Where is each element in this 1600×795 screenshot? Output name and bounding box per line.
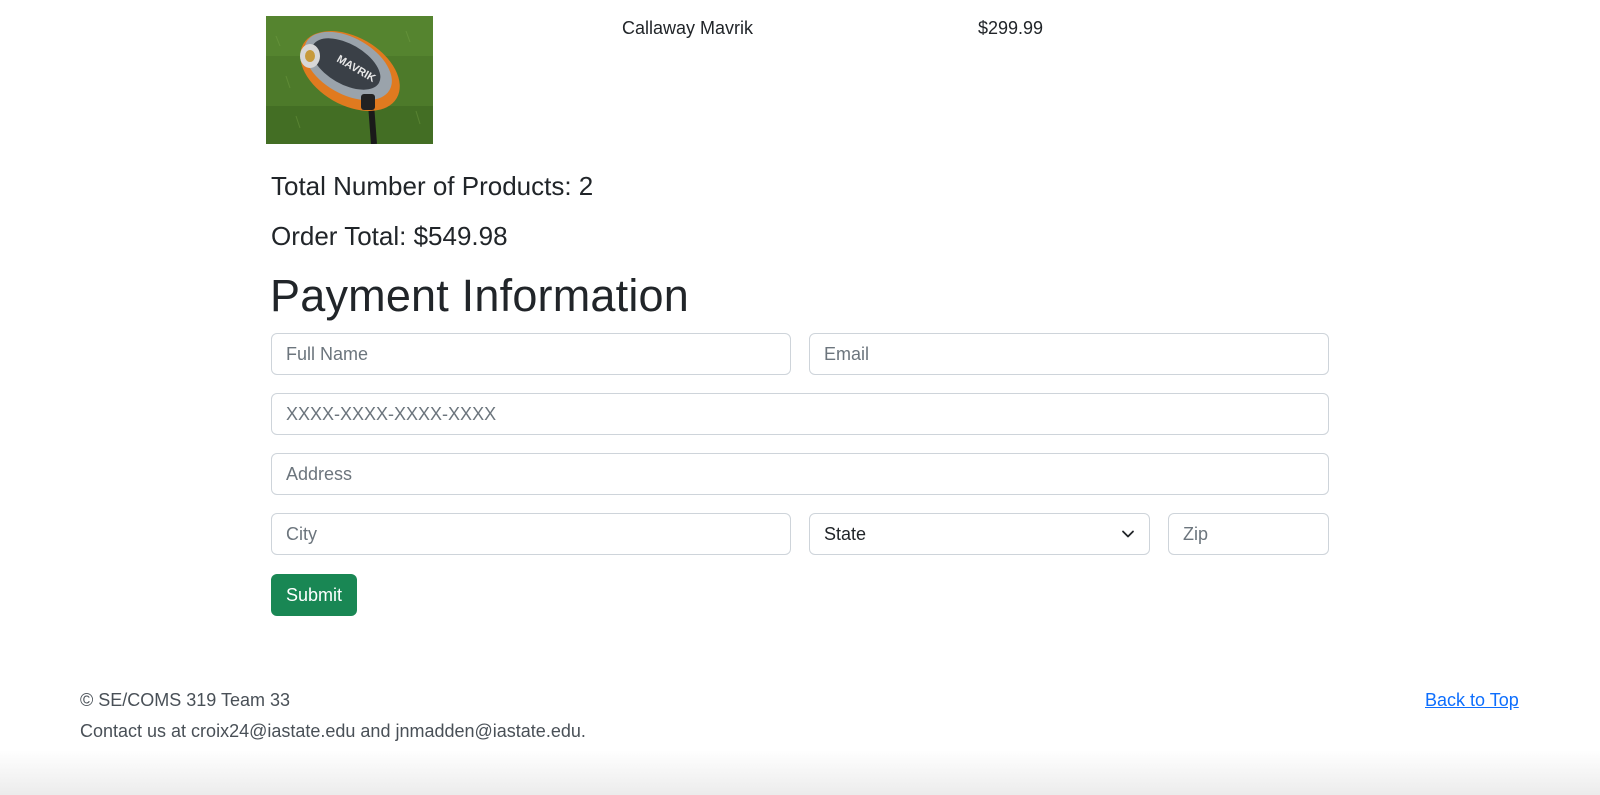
back-to-top-link[interactable]: Back to Top — [1425, 690, 1519, 711]
cart-item-row: MAVRIK Callaway Mavrik $299.99 — [266, 16, 1330, 144]
footer-contact: Contact us at croix24@iastate.edu and jn… — [80, 721, 586, 741]
state-select[interactable]: State — [809, 513, 1150, 555]
address-input[interactable] — [271, 453, 1329, 495]
golf-driver-image: MAVRIK — [266, 16, 433, 144]
email-input[interactable] — [809, 333, 1329, 375]
state-select-value: State — [824, 523, 867, 544]
window-bottom-shadow — [0, 750, 1600, 795]
order-total: Order Total: $549.98 — [271, 221, 508, 251]
card-number-input[interactable] — [271, 393, 1329, 435]
product-image: MAVRIK — [266, 16, 433, 144]
total-products: Total Number of Products: 2 — [271, 171, 594, 201]
city-input[interactable] — [271, 513, 791, 555]
payment-title: Payment Information — [270, 270, 689, 321]
zip-input[interactable] — [1168, 513, 1329, 555]
product-name: Callaway Mavrik — [622, 18, 754, 38]
submit-button[interactable]: Submit — [271, 574, 357, 616]
full-name-input[interactable] — [271, 333, 791, 375]
product-price: $299.99 — [978, 18, 1044, 38]
chevron-down-icon — [1122, 530, 1134, 538]
footer-copyright: © SE/COMS 319 Team 33 — [80, 690, 291, 710]
